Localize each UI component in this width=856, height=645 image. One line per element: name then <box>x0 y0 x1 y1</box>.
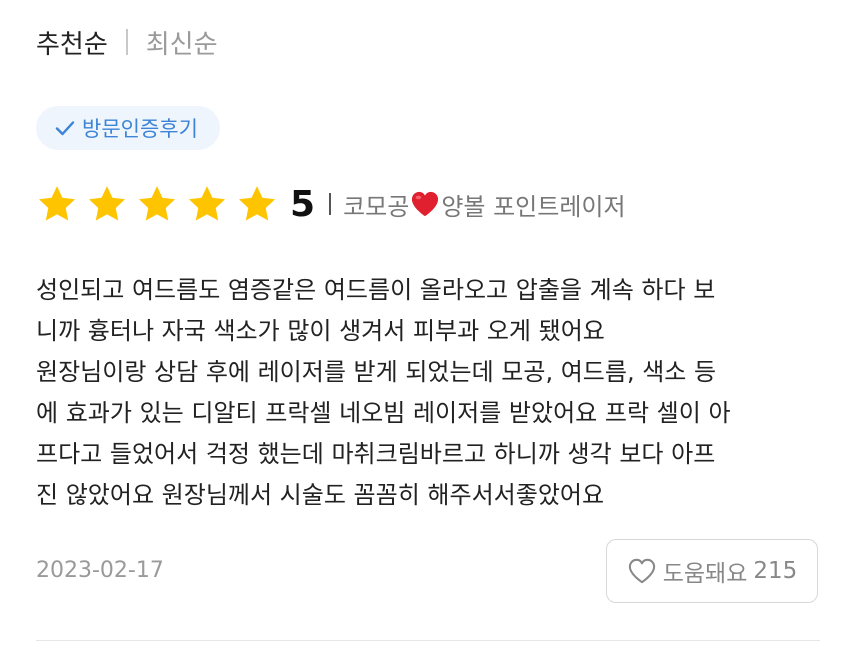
verified-visit-badge: 방문인증후기 <box>36 106 220 150</box>
badge-label: 방문인증후기 <box>82 117 198 141</box>
review-line: 니까 흉터나 자국 색소가 많이 생겨서 피부과 오게 됐어요 <box>36 317 605 345</box>
helpful-label: 도움돼요 <box>662 561 748 587</box>
red-heart-icon <box>412 191 439 217</box>
star-rating <box>36 183 290 225</box>
sort-divider <box>125 29 128 55</box>
review-line: 에 효과가 있는 디알티 프락셀 네오빔 레이저를 받았어요 프락 셀이 아 <box>36 399 731 427</box>
review-line: 진 않았어요 원장님께서 시술도 꼼꼼히 해주서서좋았어요 <box>36 481 605 509</box>
check-icon <box>55 121 75 136</box>
sort-recommended[interactable]: 추천순 <box>36 24 108 61</box>
treatment-name: 코모공 양볼 포인트레이저 <box>343 187 626 222</box>
star-icon <box>188 186 226 221</box>
rating-divider <box>329 193 332 215</box>
helpful-button[interactable]: 도움돼요 215 <box>606 539 818 603</box>
review-line: 프다고 들었어서 걱정 했는데 마취크림바르고 하니까 생각 보다 아프 <box>36 440 716 468</box>
helpful-count: 215 <box>753 558 798 584</box>
star-icon <box>238 186 276 221</box>
treatment-name-part1: 코모공 <box>343 192 410 221</box>
star-icon <box>88 186 126 221</box>
sort-latest[interactable]: 최신순 <box>146 24 218 61</box>
treatment-name-part2: 양볼 포인트레이저 <box>441 192 626 221</box>
rating-row: 5 코모공 양볼 포인트레이저 <box>36 178 626 230</box>
star-icon <box>138 186 176 221</box>
rating-score: 5 <box>290 183 316 225</box>
star-icon <box>38 186 76 221</box>
review-line: 원장님이랑 상담 후에 레이저를 받게 되었는데 모공, 여드름, 색소 등 <box>36 358 717 386</box>
sort-bar: 추천순 최신순 <box>36 22 218 62</box>
review-line: 성인되고 여드름도 염증같은 여드름이 올라오고 압출을 계속 하다 보 <box>36 276 716 304</box>
divider <box>36 640 820 641</box>
review-text: 성인되고 여드름도 염증같은 여드름이 올라오고 압출을 계속 하다 보 니까 … <box>36 270 826 516</box>
review-date: 2023-02-17 <box>36 558 164 583</box>
heart-outline-icon <box>628 558 655 584</box>
